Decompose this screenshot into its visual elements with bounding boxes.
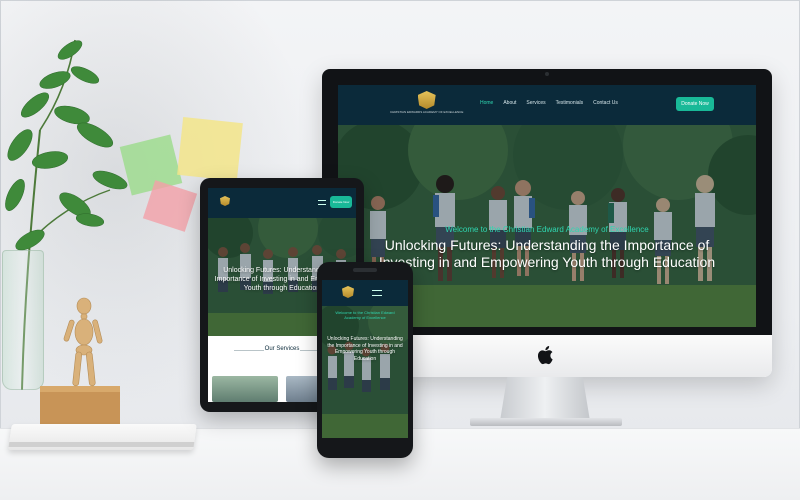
notebook (8, 424, 197, 450)
phone-hero-overlay (322, 306, 408, 438)
nav-contact[interactable]: Contact Us (593, 100, 618, 106)
phone-hero-title: Unlocking Futures: Understanding the Imp… (327, 336, 403, 362)
phone-speaker (353, 268, 377, 272)
logo-text: CHRISTIAN EDWARDS ACADEMY OF EXCELLENCE (390, 110, 464, 114)
site-logo[interactable]: CHRISTIAN EDWARDS ACADEMY OF EXCELLENCE (390, 91, 463, 114)
menu-icon[interactable] (318, 200, 326, 205)
donate-button[interactable]: Donate Now (676, 97, 714, 111)
wooden-mannequin-icon (40, 297, 120, 426)
desktop-site-header: CHRISTIAN EDWARDS ACADEMY OF EXCELLENCE … (338, 85, 756, 125)
camera-dot (545, 72, 549, 76)
nav-testimonials[interactable]: Testimonials (556, 100, 584, 106)
desktop-nav: Home About Services Testimonials Contact… (480, 100, 618, 106)
phone-device: Welcome to the Christian Edward Academy … (317, 262, 413, 458)
nav-services[interactable]: Services (526, 100, 545, 106)
crest-icon (417, 91, 436, 109)
phone-screen: Welcome to the Christian Edward Academy … (322, 280, 408, 438)
sticky-note-yellow (177, 117, 243, 181)
tablet-crest-icon[interactable] (220, 196, 230, 206)
phone-menu-icon[interactable] (372, 290, 382, 296)
phone-hero-welcome-text: Welcome to the Christian Edward Academy … (335, 310, 395, 320)
tablet-site-header: Donate Now (208, 188, 356, 218)
monitor-stand-foot (470, 418, 622, 426)
phone-site-header (322, 280, 408, 306)
apple-logo-icon (538, 346, 553, 365)
service-card-1[interactable] (212, 376, 278, 402)
nav-home[interactable]: Home (480, 100, 493, 106)
monitor-stand-neck (500, 377, 590, 421)
tablet-donate-button[interactable]: Donate Now (330, 196, 352, 208)
phone-hero: Welcome to the Christian Edward Academy … (322, 306, 408, 438)
phone-crest-icon[interactable] (342, 286, 354, 298)
nav-about[interactable]: About (503, 100, 516, 106)
glass-vase (2, 250, 44, 390)
hero-welcome-text: Welcome to the Christian Edward Academy … (445, 225, 649, 234)
